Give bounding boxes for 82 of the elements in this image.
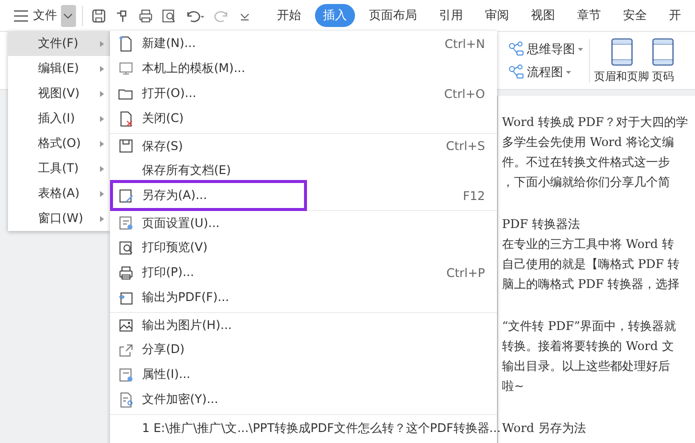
menu-item[interactable]: 输出为PDF(F)... [110,285,497,310]
print-icon [118,264,134,280]
document-text: 在专业的三方工具中将 Word 转 [502,236,675,253]
chevron-down-icon [63,12,74,18]
menu-item[interactable]: 窗口(W) [8,206,110,231]
document-text: “文件转 PDF”界面中，转换器就 [502,318,678,335]
menu-icon[interactable] [14,10,28,22]
menu-item[interactable]: 保存所有文档(E) [110,158,497,183]
menu-item[interactable]: 输出为图片(H)... [110,312,497,337]
page-setup-icon [118,215,134,231]
ribbon-large-button[interactable]: 页眉和页脚 [594,38,649,84]
save-icon [118,138,134,154]
recent-file-item[interactable]: 1 E:\推广\推广\文...\PPT转换成PDF文件怎么转？这个PDF转换器... [110,414,497,442]
ribbon-tab[interactable]: 审阅 [476,4,517,27]
ribbon-tab[interactable]: 引用 [430,4,471,27]
menu-item[interactable]: 格式(O) [8,131,110,156]
close-document-icon [118,110,134,126]
menu-item[interactable]: 页面设置(U)... [110,210,497,235]
properties-icon [118,366,134,382]
submenu-arrow-icon [100,90,104,96]
menu-item[interactable]: 打印预览(V) [110,235,497,260]
menu-item[interactable]: 视图(V) [8,81,110,106]
export-pdf-icon [118,290,134,306]
monitor-icon [118,60,134,76]
ribbon-tab[interactable]: 安全 [614,4,655,27]
submenu-arrow-icon [100,66,104,72]
encrypt-document-icon [118,392,134,408]
submenu-arrow-icon [100,116,104,122]
header-footer-icon [652,38,674,66]
menu-item[interactable]: 文件(F) [8,31,110,56]
submenu-arrow-icon [100,166,104,172]
document-text: 啦~ [502,378,526,395]
print-preview-icon[interactable] [161,8,177,24]
ribbon-tab[interactable]: 开 [660,4,689,27]
save-as-icon [118,188,134,204]
menu-item[interactable]: 打开(O)... Ctrl+O [110,81,497,106]
menu-item[interactable]: 新建(N)... Ctrl+N [110,31,497,56]
ribbon-large-button[interactable]: 页码 [652,38,674,84]
document-text: Word 另存为法 [502,420,587,437]
submenu-arrow-icon [100,216,104,222]
menu-item[interactable]: 文件加密(Y)... [110,387,497,412]
menu-item[interactable]: 保存(S) Ctrl+S [110,133,497,158]
header-footer-icon [610,38,632,66]
document-text: 转换。接着将要转换的 Word 文 [502,338,675,355]
menu-item[interactable]: 关闭(C) [110,106,497,131]
caret-icon [566,70,571,74]
menu-item[interactable]: 插入(I) [8,106,110,131]
document-text: 自己使用的就是【嗨格式 PDF 转 [502,256,681,273]
submenu-arrow-icon [100,140,104,146]
document-text: Word 转换成 PDF？对于大四的学 [502,114,689,131]
mind-map-icon [508,64,524,80]
submenu-arrow-icon [100,40,104,46]
share-icon [118,342,134,358]
document-text: 输出目录。以上这些都处理好后 [502,358,671,375]
new-document-icon [118,36,134,52]
menu-item[interactable]: 编辑(E) [8,56,110,81]
menu-item[interactable]: 工具(T) [8,156,110,181]
document-text: PDF 转换器法 [502,216,581,233]
ribbon-tab[interactable]: 视图 [522,4,563,27]
caret-icon [578,48,583,50]
document-text: 多学生会先使用 Word 将论文编 [502,134,675,151]
image-icon [118,317,134,333]
save-icon[interactable] [90,8,106,24]
menu-item[interactable]: 本机上的模板(M)... [110,56,497,81]
menu-item[interactable]: 分享(D) [110,337,497,362]
mind-map-icon [508,41,524,57]
ribbon-button[interactable]: 思维导图 [508,40,583,58]
document-text: ，下面小编就给你们分享几个简 [502,174,671,191]
menu-item[interactable]: 属性(I)... [110,362,497,387]
menu-item[interactable]: 打印(P)... Ctrl+P [110,260,497,285]
ribbon-button[interactable]: 流程图 [508,64,583,80]
document-text: 脑上的嗨格式 PDF 转换器，选择 [502,276,681,293]
menu-item[interactable]: 表格(A) [8,181,110,206]
ribbon-tab[interactable]: 章节 [568,4,609,27]
dropdown-button[interactable] [61,4,76,26]
print-icon[interactable] [138,8,154,24]
file-menu-label[interactable]: 文件 [33,7,57,24]
ribbon-tab[interactable]: 开始 [268,4,309,27]
submenu-arrow-icon [100,190,104,196]
print-preview-icon [118,240,134,256]
document-text: 件。不过在转换文件格式这一步 [502,154,671,171]
ribbon-tab[interactable]: 页面布局 [360,4,425,27]
